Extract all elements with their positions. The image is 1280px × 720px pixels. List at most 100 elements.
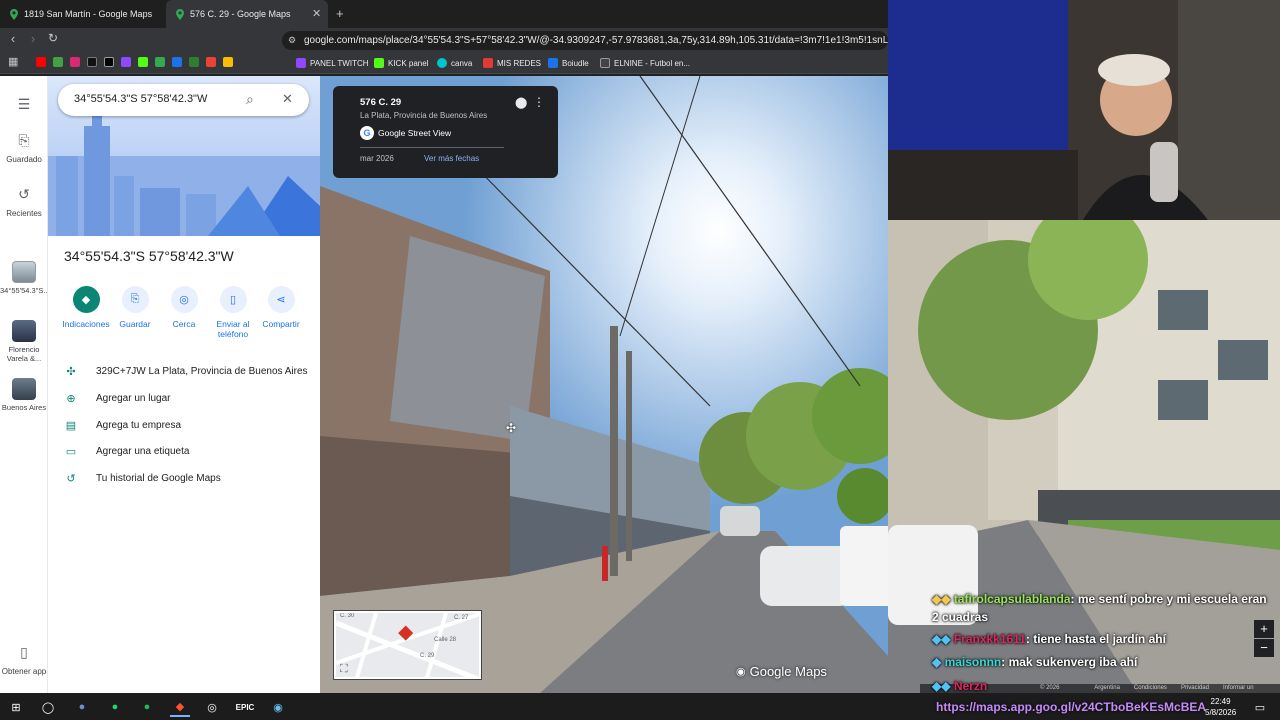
search-icon[interactable]: ⌕	[246, 91, 254, 108]
bookmark-label: MIS REDES	[497, 58, 542, 68]
pluscode-icon: ✣	[66, 365, 76, 378]
kick-icon[interactable]	[138, 57, 148, 67]
epic-games-icon[interactable]: EPIC	[235, 697, 255, 717]
plus-code-row[interactable]: ✣ 329C+7JW La Plata, Provincia de Buenos…	[64, 362, 307, 380]
chrome-icon[interactable]	[223, 57, 233, 67]
street-label: C. 29	[420, 653, 435, 659]
get-app-button[interactable]: ▯ Obtener app	[0, 640, 48, 677]
youtube-icon[interactable]	[36, 57, 46, 67]
bookmark-label: canva	[451, 58, 473, 68]
bookmark-mis-redes[interactable]: MIS REDES	[483, 56, 541, 70]
expand-map-icon[interactable]: ⛶	[340, 663, 348, 676]
apps-grid-icon[interactable]: ▦	[8, 55, 18, 68]
chat-text: : mak sukenverg iba ahí	[1001, 655, 1138, 669]
mini-map[interactable]: C. 30 C. 27 Calle 28 C. 29 ⬥ ⛶	[333, 610, 482, 680]
windows-start-icon[interactable]: ⊞	[6, 697, 26, 717]
chat-username: maisonnn	[944, 655, 1002, 669]
forward-icon[interactable]: ›	[24, 31, 42, 46]
counter-icon[interactable]	[53, 57, 63, 67]
directions-button[interactable]: ◆ Indicaciones	[60, 286, 112, 329]
action-label: Cerca	[172, 319, 196, 329]
add-business-row[interactable]: ▤ Agrega tu empresa	[64, 416, 181, 434]
recents-button[interactable]: ↺ Recientes	[0, 182, 48, 219]
place-hero-illustration: 34°55'54.3"S 57°58'42.3"W ⌕ ✕	[48, 76, 320, 236]
bookmark-icon: ⎘	[121, 286, 149, 313]
street-label: C. 27	[454, 615, 469, 621]
recent-label: Florencio Varela &...	[6, 345, 42, 363]
share-button[interactable]: ⋖ Compartir	[255, 286, 307, 329]
phone-icon: ▯	[219, 286, 247, 313]
search-input[interactable]: 34°55'54.3"S 57°58'42.3"W	[74, 93, 207, 105]
recent-item[interactable]: 34°55'54.3"S...	[0, 261, 50, 295]
menu-button[interactable]: ☰	[0, 92, 48, 119]
row-label: Agrega tu empresa	[96, 419, 182, 431]
notifications-icon[interactable]: ▭	[1250, 697, 1270, 717]
close-tab-icon[interactable]: ✕	[312, 7, 321, 20]
bookmark-kick-panel[interactable]: KICK panel	[374, 56, 428, 70]
recent-label: 34°55'54.3"S...	[0, 286, 50, 295]
instagram-icon[interactable]	[70, 57, 80, 67]
tab-inactive[interactable]: 1819 San Martín - Google Maps	[0, 0, 165, 28]
label-icon: ▭	[65, 445, 77, 458]
recent-thumbnail	[12, 261, 36, 283]
tab-active[interactable]: 576 C. 29 - Google Maps ✕	[166, 0, 328, 28]
chat-username: tafirolcapsulablanda	[953, 592, 1071, 606]
place-side-panel: 34°55'54.3"S 57°58'42.3"W ⌕ ✕ 34°55'54.3…	[48, 76, 320, 693]
discord-icon[interactable]: ●	[72, 697, 92, 717]
drive-icon[interactable]	[155, 57, 165, 67]
brave-browser-icon[interactable]: ◆	[170, 697, 190, 717]
more-options-icon[interactable]: ⋮	[533, 95, 545, 109]
recent-item[interactable]: Florencio Varela &...	[0, 320, 48, 363]
bookmark-elnine[interactable]: ELNINE - Futbol en...	[600, 56, 690, 70]
nearby-icon: ◎	[170, 286, 198, 313]
system-clock[interactable]: 22:49 5/8/2026	[1205, 696, 1236, 718]
business-icon: ▤	[65, 419, 77, 432]
add-label-row[interactable]: ▭ Agregar una etiqueta	[64, 442, 190, 460]
whatsapp-icon[interactable]: ●	[105, 697, 125, 717]
maps-pin-icon	[10, 8, 18, 20]
more-dates-link[interactable]: Ver más fechas	[424, 154, 479, 163]
saved-button[interactable]: ⎘ Guardado	[0, 128, 48, 165]
location-pin-icon[interactable]: ⬤	[515, 96, 527, 109]
nearby-button[interactable]: ◎ Cerca	[158, 286, 210, 329]
gmail-icon[interactable]	[206, 57, 216, 67]
maps-left-rail: ☰ ⎘ Guardado ↺ Recientes 34°55'54.3"S...…	[0, 76, 50, 693]
clock-time: 22:49	[1210, 697, 1231, 706]
chat-message: ◆◆ Franxkk1611: tiene hasta el jardín ah…	[932, 632, 1166, 646]
address-bar[interactable]: ⚙ google.com/maps/place/34°55'54.3"S+57°…	[282, 31, 888, 50]
x-icon[interactable]	[104, 57, 114, 67]
tool-icon[interactable]	[172, 57, 182, 67]
back-icon[interactable]: ‹	[4, 31, 22, 46]
watermark-text: Google Maps	[749, 664, 827, 679]
add-place-row[interactable]: ⊕ Agregar un lugar	[64, 389, 170, 407]
chat-message: ◆◆ Nerzn	[932, 679, 987, 693]
search-box[interactable]: 34°55'54.3"S 57°58'42.3"W ⌕ ✕	[58, 84, 309, 116]
tiktok-icon[interactable]	[87, 57, 97, 67]
action-label: Compartir	[262, 319, 300, 329]
bookmark-boiudle[interactable]: Boiudle	[548, 56, 589, 70]
steam-icon[interactable]: ◉	[268, 697, 288, 717]
street-view-info-card: 576 C. 29 La Plata, Provincia de Buenos …	[333, 86, 558, 178]
saved-label: Guardado	[6, 155, 42, 164]
site-info-icon[interactable]: ⚙	[288, 31, 296, 50]
twitch-icon	[296, 58, 306, 68]
twitch-icon[interactable]	[121, 57, 131, 67]
sheet-icon[interactable]	[189, 57, 199, 67]
street-label: C. 30	[340, 613, 355, 619]
bookmark-panel-twitch[interactable]: PANEL TWITCH	[296, 56, 369, 70]
recent-item[interactable]: Buenos Aires	[0, 378, 48, 412]
new-tab-button[interactable]: +	[336, 6, 344, 21]
search-icon[interactable]: ◯	[38, 697, 58, 717]
bookmark-canva[interactable]: canva	[437, 56, 472, 70]
phone-icon: ▯	[20, 643, 28, 660]
history-icon: ↺	[66, 472, 76, 485]
save-button[interactable]: ⎘ Guardar	[109, 286, 161, 329]
close-icon[interactable]: ✕	[282, 91, 293, 107]
spotify-icon[interactable]: ●	[137, 697, 157, 717]
reload-icon[interactable]: ↻	[44, 31, 62, 45]
send-to-phone-button[interactable]: ▯ Enviar al teléfono	[207, 286, 259, 339]
elnine-icon	[600, 58, 610, 68]
maps-history-row[interactable]: ↺ Tu historial de Google Maps	[64, 469, 220, 487]
obs-icon[interactable]: ◎	[202, 697, 222, 717]
tab-title: 1819 San Martín - Google Maps	[24, 9, 153, 19]
